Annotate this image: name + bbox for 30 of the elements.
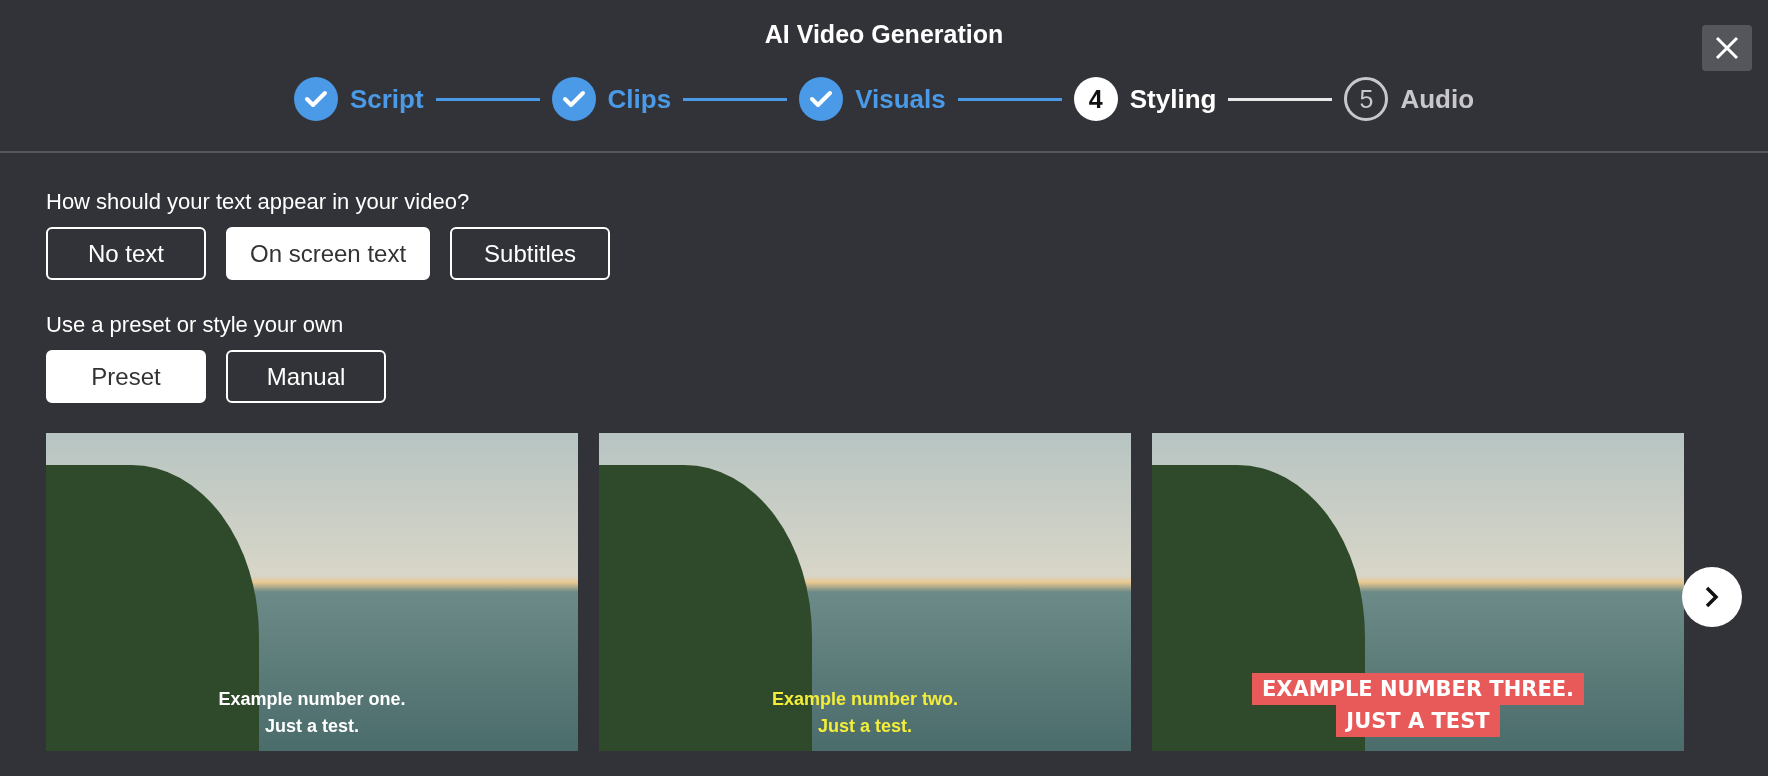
option-button[interactable]: On screen text: [226, 227, 431, 280]
preset-thumbnail[interactable]: Example number one. Just a test.: [46, 433, 578, 751]
option-button[interactable]: Manual: [226, 350, 386, 403]
step-label: Visuals: [855, 83, 946, 115]
caption-text: Example number two.: [771, 689, 958, 710]
caption-text: Example number one.: [218, 689, 406, 710]
option-button[interactable]: Preset: [46, 350, 206, 403]
step-indicator: 5: [1344, 77, 1389, 121]
caption-text: Just a test.: [264, 716, 359, 737]
step-label: Script: [349, 83, 424, 115]
question-text: How should your text appear in your video?: [46, 189, 471, 215]
step-indicator: 4: [1073, 77, 1118, 121]
caption-text: EXAMPLE NUMBER THREE.: [1251, 673, 1585, 705]
check-icon: [809, 89, 834, 109]
close-icon: [1715, 36, 1739, 60]
close-button[interactable]: [1702, 25, 1752, 71]
dialog-title: AI Video Generation: [764, 20, 1004, 49]
option-button[interactable]: Subtitles: [450, 227, 611, 280]
step-label: Clips: [607, 83, 672, 115]
check-icon: [303, 89, 328, 109]
step-label: Audio: [1400, 83, 1475, 115]
question-text: Use a preset or style your own: [46, 312, 345, 338]
preset-thumbnail[interactable]: Example number two. Just a test.: [599, 433, 1131, 751]
caption-text: Just a test.: [817, 716, 912, 737]
check-icon: [561, 89, 586, 109]
caption-text: JUST A TEST: [1336, 705, 1500, 737]
next-button[interactable]: [1682, 567, 1742, 627]
chevron-right-icon: [1704, 585, 1720, 609]
step-label: Styling: [1129, 83, 1217, 115]
option-button[interactable]: No text: [46, 227, 206, 280]
